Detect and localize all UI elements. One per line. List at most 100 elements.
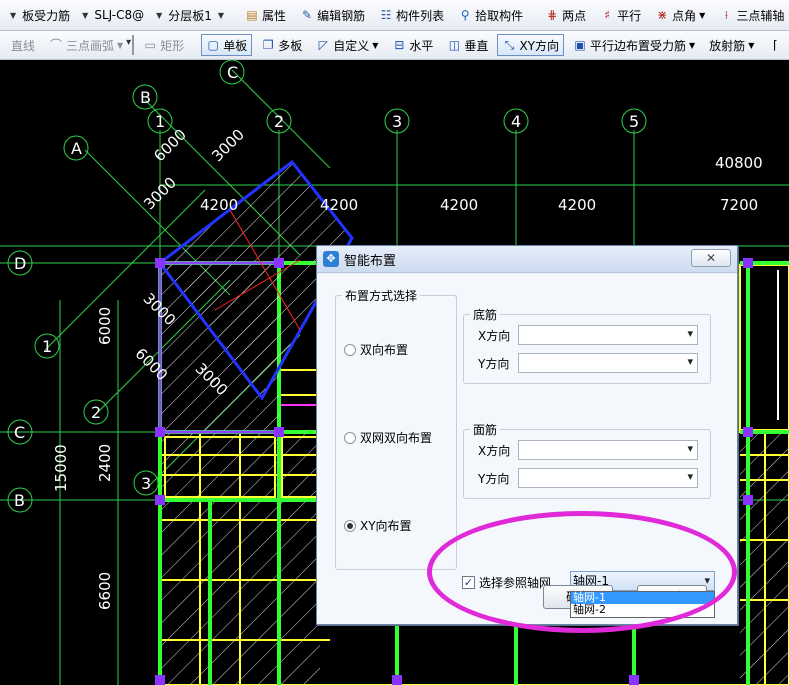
radial-button[interactable]: 放射筋 ▼ [704,34,759,56]
rebar-spec-combo[interactable]: ▼ SLJ-C8@ [78,4,148,26]
horizontal-button[interactable]: ⊟ 水平 [387,34,438,56]
more-button[interactable]: ⌈ [763,34,787,56]
pick-component-label: 拾取构件 [475,8,524,23]
single-slab-icon: ▢ [207,38,219,52]
parallel-label: 平行 [617,8,642,23]
radio-double-net[interactable]: 双网双向布置 [344,429,432,446]
rebar-type-combo[interactable]: ▼ 板受力筋 [6,4,74,26]
layer-value: 分层板1 [168,8,212,23]
axis-label-2: 2 [274,112,284,131]
rebar-spec-value: SLJ-C8@ [94,8,145,22]
axis-label-1: 1 [155,112,165,131]
custom-button[interactable]: ◸ 自定义 ▼ [311,34,383,56]
single-slab-label: 单板 [223,38,248,53]
rectangle-icon: ▭ [144,38,156,52]
bracket-icon: ⌈ [773,38,778,52]
radio-label: 双向布置 [360,343,409,357]
xy-direction-label: XY方向 [519,38,559,53]
xy-direction-button[interactable]: ⤡ XY方向 [497,34,564,56]
bottom-y-label: Y方向 [478,356,510,371]
component-list-button[interactable]: ☷ 构件列表 [374,4,449,26]
axis-label-rot-2: 2 [91,403,101,422]
parallel-icon: ♯ [604,8,611,22]
ref-axis-option[interactable]: 轴网-2 [571,604,714,616]
close-icon: ✕ [705,251,717,265]
smart-layout-dialog: ✥ 智能布置 ✕ 布置方式选择 双向布置 双网双向布置 XY向布置 底筋 X方向… [316,245,738,625]
single-slab-button[interactable]: ▢ 单板 [201,34,253,56]
ref-axis-dropdown-list: 轴网-1 轴网-2 [570,591,715,618]
axis-label-3: 3 [392,112,402,131]
dim-top-4: 4200 [558,196,596,214]
axis-label-rot-C: C [227,63,238,82]
bottom-rebar-legend: 底筋 [470,306,501,323]
bottom-x-combo[interactable] [518,325,698,345]
toolbar-main: ▼ 板受力筋 ▼ SLJ-C8@ ▼ 分层板1 ▼ ▤ 属性 ✎ 编辑钢筋 ☷ … [0,0,789,31]
three-point-axis-button[interactable]: ⟊ 三点辅轴 [714,4,789,26]
bottom-y-row: Y方向 [478,353,698,373]
radio-label: 双网双向布置 [360,431,433,445]
parallel-button[interactable]: ♯ 平行 [595,4,646,26]
chevron-down-icon: ▼ [156,10,163,20]
axis-label-B: B [14,491,25,510]
ref-axis-checkbox-row[interactable]: ✓ 选择参照轴网 [462,574,551,591]
two-points-button[interactable]: ⋕ 两点 [540,4,591,26]
line-button[interactable]: 直线 [6,34,40,56]
dim-rot-top-2: 3000 [208,125,248,165]
point-angle-icon: ⋇ [657,8,668,22]
list-icon: ☷ [380,8,392,22]
axis-label-rot-3: 3 [141,474,151,493]
radio-button[interactable] [344,431,356,444]
layout-mode-group: 布置方式选择 双向布置 双网双向布置 XY向布置 [335,287,457,570]
chevron-down-icon: ▼ [748,40,755,50]
chevron-down-icon: ▼ [217,10,225,20]
top-y-combo[interactable] [518,468,698,488]
top-x-combo[interactable] [518,440,698,460]
bottom-y-combo[interactable] [518,353,698,373]
pick-component-button[interactable]: ⚲ 拾取构件 [453,4,528,26]
vertical-button[interactable]: ◫ 垂直 [442,34,493,56]
close-button[interactable]: ✕ [691,249,731,267]
dim-top-5: 7200 [720,196,758,214]
properties-button[interactable]: ▤ 属性 [240,4,291,26]
axis-label-5: 5 [629,112,639,131]
dim-left-1: 6000 [96,307,114,345]
parallel-edge-label: 平行边布置受力筋 [590,38,687,53]
radio-label: XY向布置 [360,519,412,533]
horizontal-icon: ⊟ [394,38,405,52]
radio-bidirectional[interactable]: 双向布置 [344,341,408,358]
rebar-type-value: 板受力筋 [22,8,71,23]
rectangle-button[interactable]: ▭ 矩形 [138,34,189,56]
bottom-rebar-group: 底筋 X方向 Y方向 [463,306,711,384]
parallel-edge-button[interactable]: ▣ 平行边布置受力筋 ▼ [568,34,700,56]
edit-rebar-button[interactable]: ✎ 编辑钢筋 [295,4,370,26]
axis-bubbles-left [7,250,33,513]
vertical-label: 垂直 [464,38,489,53]
layer-combo[interactable]: ▼ 分层板1 ▼ [152,4,228,26]
edit-rebar-label: 编辑钢筋 [317,8,366,23]
radio-button[interactable] [344,343,356,356]
layout-mode-legend: 布置方式选择 [342,287,421,304]
two-points-label: 两点 [562,8,587,23]
arc-param-combo[interactable] [126,35,135,55]
three-point-arc-button[interactable]: ⌒ 三点画弧 ▼ [44,34,128,56]
bottom-x-row: X方向 [478,325,698,345]
dialog-titlebar[interactable]: ✥ 智能布置 [317,246,737,273]
ref-axis-checkbox[interactable]: ✓ [462,576,475,589]
edit-rebar-icon: ✎ [302,8,313,22]
multi-slab-button[interactable]: ❐ 多板 [256,34,307,56]
xy-direction-icon: ⤡ [504,38,515,52]
dim-left-3: 15000 [52,444,70,492]
axis-label-rot-A: A [71,139,82,158]
parallel-edge-icon: ▣ [574,38,586,52]
dialog-title: 智能布置 [344,253,397,269]
top-rebar-legend: 面筋 [470,421,501,438]
axis-labels-top: 1 2 3 4 5 [155,112,639,131]
ref-axis-label: 选择参照轴网 [479,576,552,590]
radio-button[interactable] [344,519,356,532]
properties-label: 属性 [262,8,287,23]
radio-xy[interactable]: XY向布置 [344,517,412,534]
point-angle-button[interactable]: ⋇ 点角 ▼ [650,4,710,26]
point-angle-label: 点角 [672,8,697,23]
arc-icon: ⌒ [50,38,63,52]
chevron-down-icon: ▼ [699,10,706,20]
